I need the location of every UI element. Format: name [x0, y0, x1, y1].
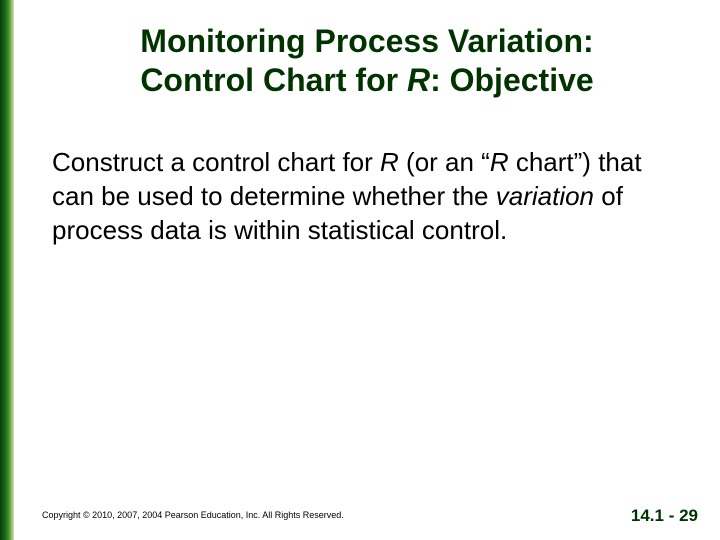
page-number: 14.1 - 29: [631, 506, 698, 526]
body-t1: Construct a control chart for: [52, 147, 380, 177]
slide-content: Monitoring Process Variation: Control Ch…: [14, 0, 720, 540]
body-var: variation: [496, 181, 594, 211]
body-r2: R: [490, 147, 509, 177]
body-r1: R: [380, 147, 399, 177]
side-gradient-stripe: [0, 0, 14, 540]
copyright-text: Copyright © 2010, 2007, 2004 Pearson Edu…: [42, 510, 344, 520]
title-line1: Monitoring Process Variation:: [140, 23, 593, 59]
slide-title: Monitoring Process Variation: Control Ch…: [14, 0, 720, 100]
title-line2-pre: Control Chart for: [140, 62, 407, 98]
body-t2: (or an “: [399, 147, 490, 177]
title-line2-r: R: [407, 62, 430, 98]
slide-body: Construct a control chart for R (or an “…: [14, 100, 720, 247]
title-line2-post: : Objective: [430, 62, 594, 98]
